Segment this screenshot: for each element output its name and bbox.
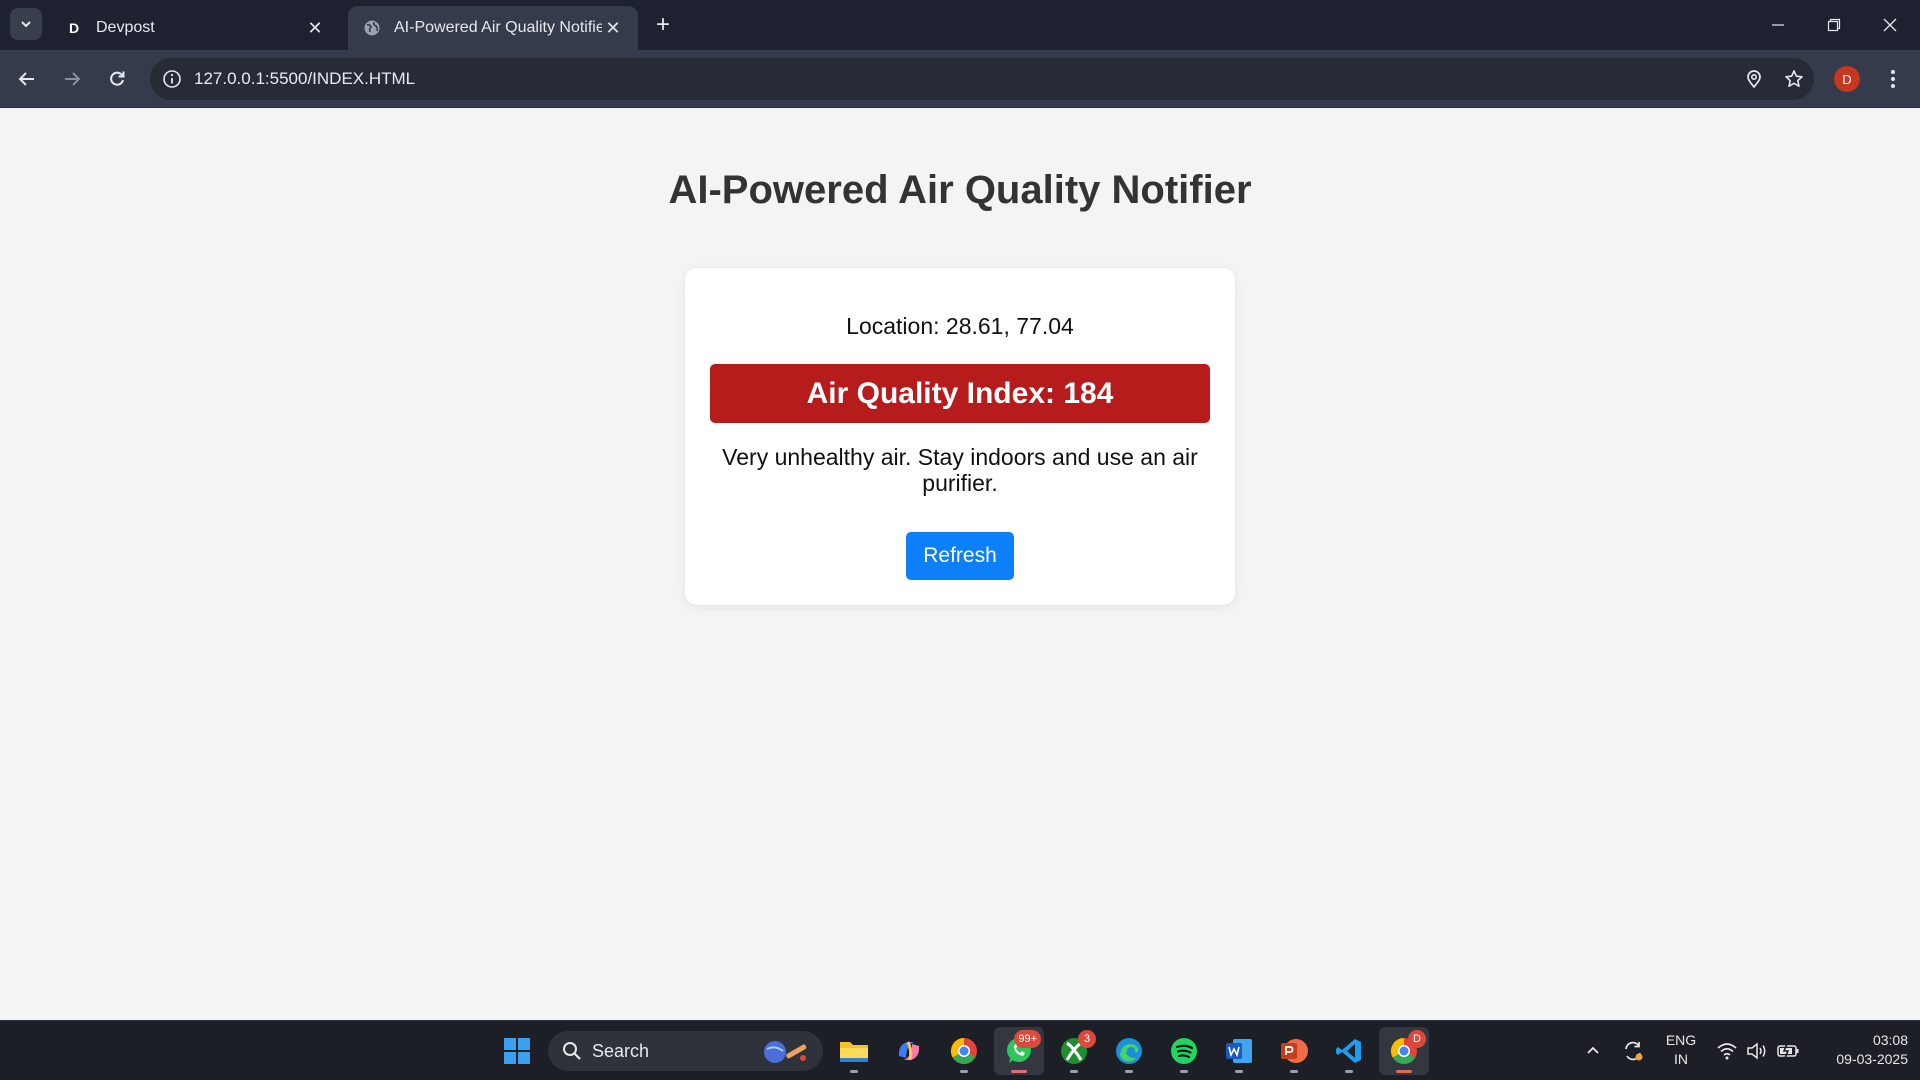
chrome-icon (950, 1037, 977, 1065)
powerpoint-icon (1281, 1039, 1308, 1063)
globe-icon (362, 18, 382, 38)
arrow-left-icon (18, 72, 34, 86)
tab-title: AI-Powered Air Quality Notifier (394, 19, 602, 36)
spotify-button[interactable] (1159, 1027, 1209, 1075)
bookmark-star-icon[interactable] (1774, 58, 1814, 100)
browser-toolbar: 127.0.0.1:5500/INDEX.HTML D (0, 50, 1920, 108)
tab-title: Devpost (96, 19, 155, 36)
word-icon (1226, 1039, 1252, 1063)
volume-icon[interactable] (1744, 1021, 1770, 1080)
profile-badge: D (1408, 1030, 1426, 1048)
restore-button[interactable] (1806, 0, 1862, 50)
language-indicator[interactable]: ENG IN (1658, 1031, 1704, 1069)
profile-avatar[interactable]: D (1834, 66, 1860, 92)
forward-button[interactable] (55, 62, 89, 96)
wifi-icon[interactable] (1714, 1021, 1740, 1080)
page-title: AI-Powered Air Quality Notifier (668, 168, 1252, 212)
vscode-icon (1336, 1039, 1361, 1063)
chevron-up-icon (1587, 1046, 1599, 1054)
minimize-button[interactable] (1750, 0, 1806, 50)
devpost-favicon-icon: D (68, 20, 80, 36)
new-tab-button[interactable]: + (650, 11, 676, 38)
search-highlight-icon (759, 1036, 811, 1066)
word-button[interactable] (1214, 1027, 1264, 1075)
restore-icon (1827, 18, 1841, 32)
notification-badge: 99+ (1014, 1030, 1041, 1048)
reload-button[interactable] (100, 62, 134, 96)
taskbar-search[interactable]: Search (548, 1031, 823, 1071)
location-text: Location: 28.61, 77.04 (846, 313, 1074, 339)
search-placeholder: Search (592, 1040, 650, 1061)
clock[interactable]: 03:08 09-03-2025 (1808, 1031, 1908, 1069)
tab-air-quality[interactable]: AI-Powered Air Quality Notifier ✕ (348, 6, 638, 50)
url-text[interactable]: 127.0.0.1:5500/INDEX.HTML (194, 69, 1734, 89)
close-window-button[interactable] (1862, 0, 1918, 50)
show-hidden-icons-button[interactable] (1580, 1021, 1606, 1080)
close-tab-icon[interactable]: ✕ (304, 17, 326, 39)
edge-icon (1116, 1038, 1142, 1064)
address-bar[interactable]: 127.0.0.1:5500/INDEX.HTML (150, 58, 1814, 100)
tab-search-button[interactable] (10, 8, 42, 40)
minimize-icon (1772, 24, 1784, 26)
whatsapp-button[interactable]: 99+ (994, 1027, 1044, 1075)
site-info-icon[interactable] (150, 58, 194, 100)
notification-badge: 3 (1078, 1030, 1096, 1048)
search-icon (562, 1041, 582, 1061)
tab-devpost[interactable]: D Devpost ✕ (50, 6, 340, 50)
powerpoint-button[interactable] (1269, 1027, 1319, 1075)
file-explorer-button[interactable] (829, 1027, 879, 1075)
battery-icon[interactable] (1774, 1021, 1802, 1080)
location-pin-icon[interactable] (1734, 58, 1774, 100)
folder-icon (840, 1042, 868, 1062)
close-icon (1883, 18, 1897, 32)
more-menu-icon[interactable] (1878, 64, 1908, 94)
chrome-profile-button[interactable]: D (1379, 1027, 1429, 1075)
chevron-down-icon (21, 21, 31, 28)
clock-time: 03:08 (1872, 1032, 1908, 1048)
edge-button[interactable] (1104, 1027, 1154, 1075)
arrow-right-icon (65, 72, 81, 86)
taskbar: Search 99+ 3 D ENG IN 03:08 09-03-2025 (0, 1020, 1920, 1080)
aqi-banner: Air Quality Index: 184 (710, 364, 1210, 423)
reload-icon (110, 71, 125, 86)
copilot-button[interactable] (884, 1027, 934, 1075)
xbox-button[interactable]: 3 (1049, 1027, 1099, 1075)
close-tab-icon[interactable]: ✕ (602, 17, 624, 39)
health-advice-text: Very unhealthy air. Stay indoors and use… (722, 444, 1198, 496)
copilot-icon (898, 1041, 920, 1061)
browser-tab-strip: D Devpost ✕ AI-Powered Air Quality Notif… (0, 0, 1920, 50)
back-button[interactable] (10, 62, 44, 96)
clock-date: 09-03-2025 (1836, 1051, 1908, 1067)
start-button[interactable] (492, 1027, 542, 1075)
sync-icon (1625, 1041, 1643, 1061)
air-quality-card: Location: 28.61, 77.04 Air Quality Index… (685, 268, 1235, 605)
page-viewport: AI-Powered Air Quality Notifier Location… (0, 108, 1920, 1020)
sync-tray-button[interactable] (1618, 1021, 1648, 1080)
refresh-button[interactable]: Refresh (906, 532, 1014, 580)
spotify-icon (1171, 1038, 1197, 1064)
chrome-button[interactable] (939, 1027, 989, 1075)
vscode-button[interactable] (1324, 1027, 1374, 1075)
windows-logo-icon (504, 1038, 530, 1064)
